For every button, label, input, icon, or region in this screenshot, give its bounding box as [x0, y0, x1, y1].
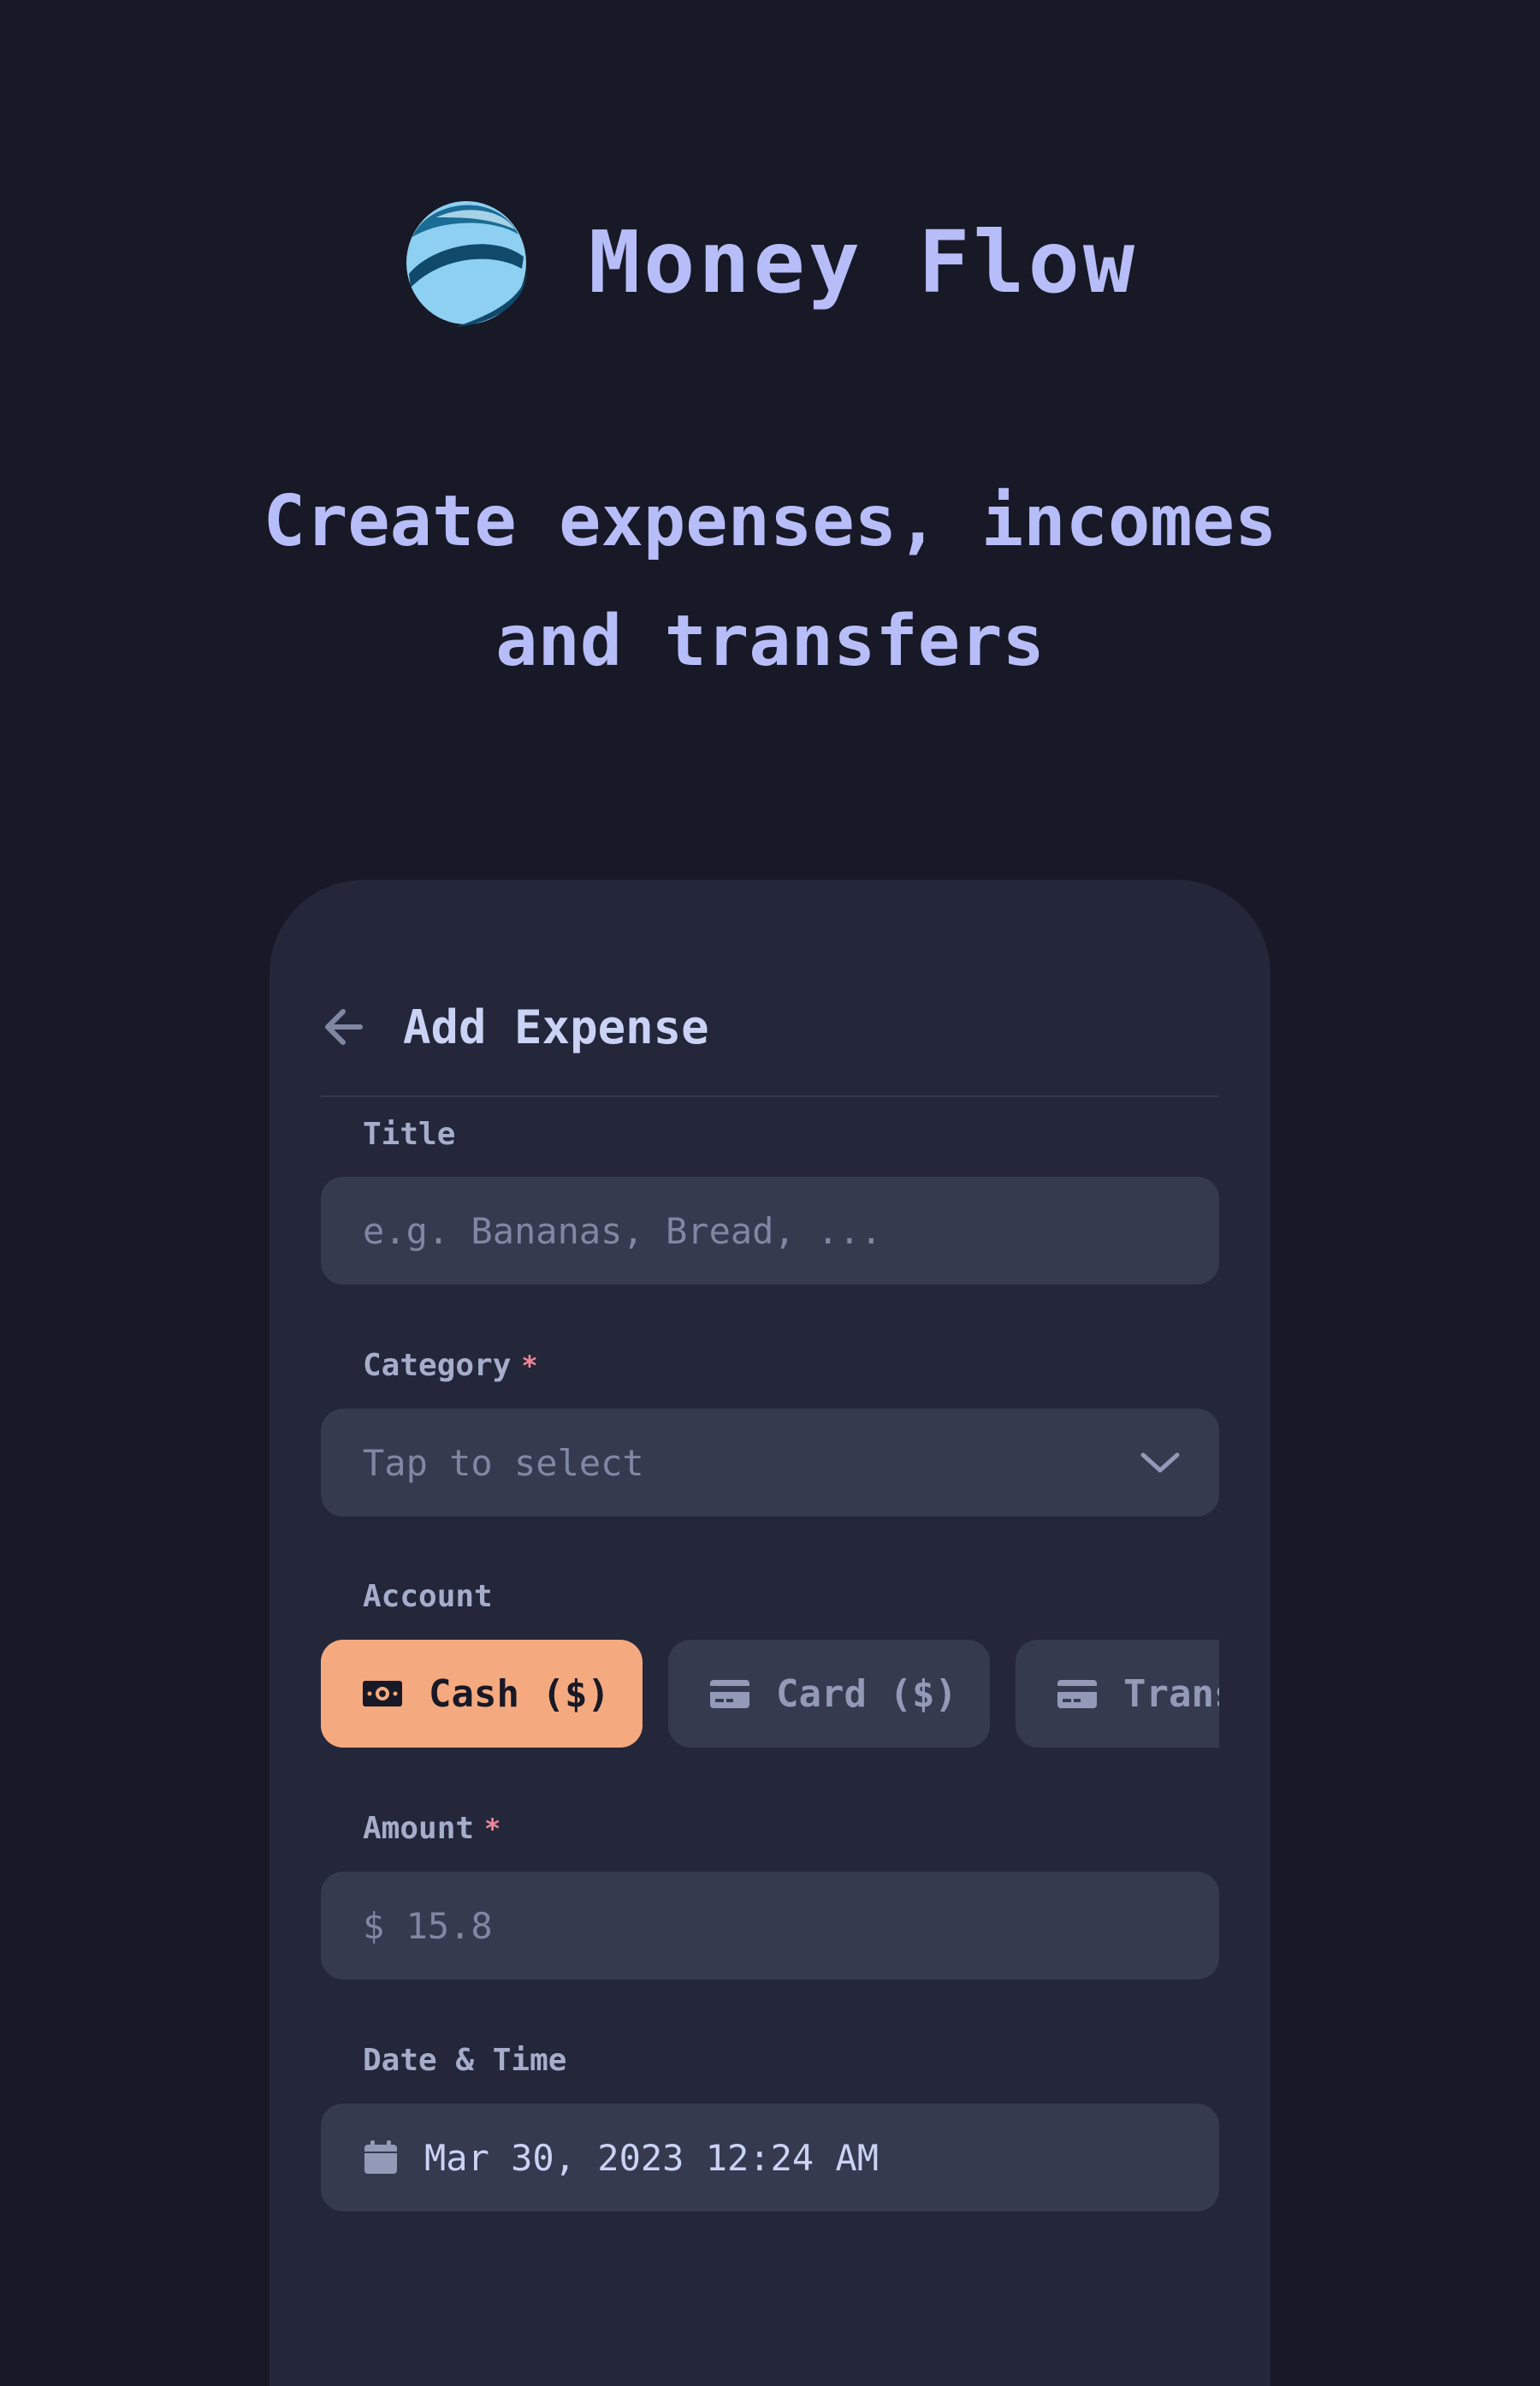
- cash-icon: [363, 1681, 402, 1706]
- account-chip-cash[interactable]: Cash ($): [321, 1640, 643, 1748]
- money-flow-logo-icon: [406, 201, 527, 327]
- brand-header: Money Flow: [0, 199, 1540, 327]
- app-name: Money Flow: [588, 212, 1139, 312]
- screen-title: Add Expense: [403, 1000, 709, 1054]
- chevron-down-icon: [1140, 1452, 1180, 1473]
- account-chip-transfer[interactable]: Trans: [1016, 1640, 1219, 1748]
- required-mark: *: [521, 1350, 538, 1382]
- calendar-icon: [364, 2140, 397, 2174]
- account-chip-label: Trans: [1123, 1671, 1219, 1716]
- account-options: Cash ($) Card ($) Trans: [321, 1640, 1219, 1748]
- amount-input[interactable]: $ 15.8: [321, 1872, 1219, 1979]
- category-select[interactable]: Tap to select: [321, 1409, 1219, 1516]
- required-mark: *: [484, 1813, 501, 1845]
- credit-card-icon: [1057, 1680, 1097, 1708]
- category-placeholder: Tap to select: [363, 1441, 644, 1484]
- amount-value: $ 15.8: [363, 1904, 493, 1947]
- datetime-value: Mar 30, 2023 12:24 AM: [424, 2136, 880, 2179]
- account-label: Account: [363, 1579, 493, 1614]
- feature-headline: Create expenses, incomes and transfers: [0, 462, 1540, 702]
- headline-line-2: and transfers: [495, 601, 1045, 682]
- phone-mockup: Add Expense Title e.g. Bananas, Bread, .…: [270, 880, 1270, 2386]
- account-chip-card[interactable]: Card ($): [668, 1640, 990, 1748]
- account-chip-label: Card ($): [776, 1671, 957, 1716]
- headline-line-1: Create expenses, incomes: [263, 481, 1277, 562]
- datetime-picker[interactable]: Mar 30, 2023 12:24 AM: [321, 2104, 1219, 2211]
- credit-card-icon: [710, 1680, 749, 1708]
- account-chip-label: Cash ($): [429, 1671, 610, 1716]
- screen-header: Add Expense: [321, 965, 1219, 1097]
- category-label: Category *: [363, 1348, 538, 1383]
- datetime-label: Date & Time: [363, 2043, 567, 2078]
- title-input[interactable]: e.g. Bananas, Bread, ...: [321, 1177, 1219, 1285]
- arrow-left-icon[interactable]: [321, 1004, 367, 1050]
- title-label: Title: [363, 1117, 456, 1152]
- title-placeholder: e.g. Bananas, Bread, ...: [363, 1209, 882, 1252]
- amount-label: Amount *: [363, 1811, 501, 1846]
